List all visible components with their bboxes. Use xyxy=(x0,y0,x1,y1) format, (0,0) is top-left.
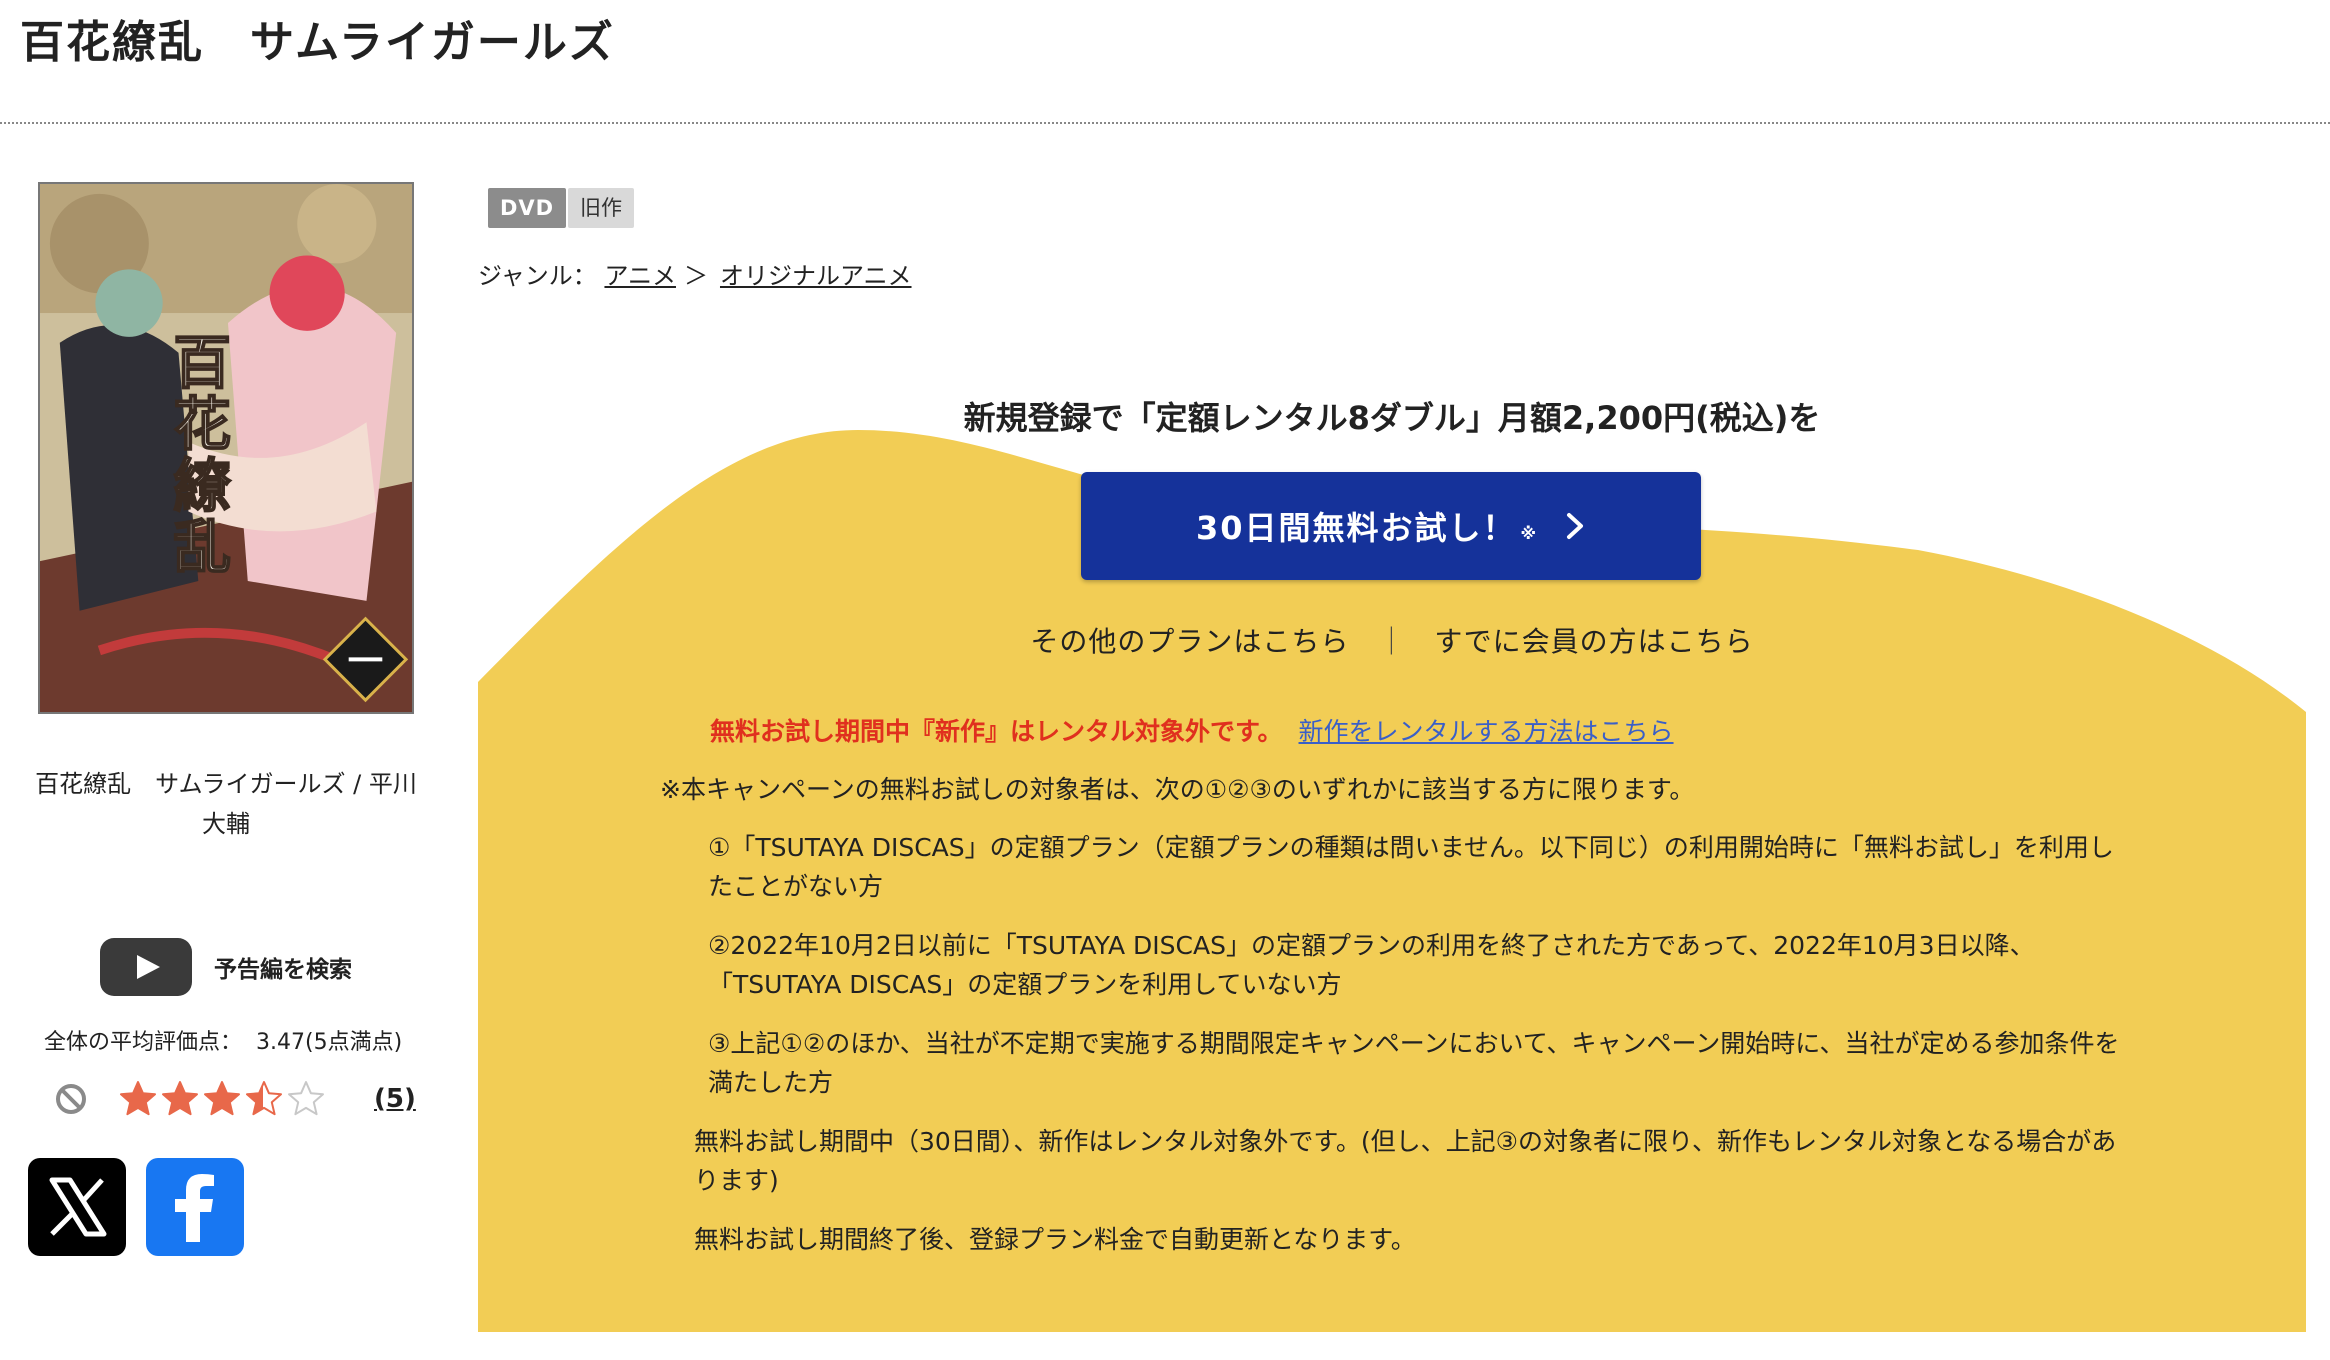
format-badge: DVD xyxy=(488,188,567,228)
trailer-label: 予告編を検索 xyxy=(214,957,352,983)
share-facebook-button[interactable] xyxy=(146,1158,244,1256)
ban-icon[interactable] xyxy=(54,1082,88,1116)
member-login-link[interactable]: すでに会員の方はこちら xyxy=(1434,625,1753,658)
facebook-logo-icon xyxy=(175,1174,214,1242)
star-icon xyxy=(120,1081,156,1116)
cover-illustration: 百 花 繚 乱 xyxy=(40,184,412,712)
campaign-eligibility-note: ※本キャンペーンの無料お試しの対象者は、次の①②③のいずれかに該当する方に限りま… xyxy=(660,775,1695,804)
eligibility-condition-1: ①「TSUTAYA DISCAS」の定額プラン（定額プランの種類は問いません。以… xyxy=(708,833,2114,901)
eligibility-condition-3: ③上記①②のほか、当社が不定期で実施する期間限定キャンペーンにおいて、キャンペー… xyxy=(708,1029,2120,1097)
average-rating-label: 全体の平均評価点： xyxy=(44,1030,243,1055)
plan-links: その他のプランはこちら ｜ すでに会員の方はこちら xyxy=(478,620,2306,660)
eligibility-condition-2: ②2022年10月2日以前に「TSUTAYA DISCAS」の定額プランの利用を… xyxy=(708,931,2035,999)
trailer-search-link[interactable]: 予告編を検索 xyxy=(100,938,352,996)
free-trial-note-mark: ※ xyxy=(1520,523,1539,543)
genre-link-anime[interactable]: アニメ xyxy=(604,262,676,290)
free-trial-button[interactable]: 30日間無料お試し！ ※ xyxy=(1081,472,1701,580)
average-rating-value: 3.47(5点満点) xyxy=(256,1030,403,1055)
trial-period-note: 無料お試し期間中（30日間）、新作はレンタル対象外です。(但し、上記③の対象者に… xyxy=(694,1127,2117,1195)
new-release-howto-link[interactable]: 新作をレンタルする方法はこちら xyxy=(1299,717,1674,746)
genre-breadcrumb: ジャンル： アニメ＞ オリジナルアニメ xyxy=(478,256,912,291)
svg-text:花: 花 xyxy=(174,390,231,458)
auto-renewal-note: 無料お試し期間終了後、登録プラン料金で自動更新となります。 xyxy=(694,1225,1416,1254)
share-x-button[interactable] xyxy=(28,1158,126,1256)
star-icon xyxy=(162,1081,198,1116)
star-rating[interactable] xyxy=(118,1079,326,1119)
svg-text:乱: 乱 xyxy=(174,513,231,581)
promo-heading: 新規登録で「定額レンタル8ダブル」月額2,200円(税込)を xyxy=(963,399,1821,437)
chevron-right-icon xyxy=(1567,513,1584,539)
item-caption[interactable]: 百花繚乱 サムライガールズ / 平川大輔 xyxy=(30,764,422,844)
free-trial-label: 30日間無料お試し！ xyxy=(1195,509,1517,547)
genre-link-original-anime[interactable]: オリジナルアニメ xyxy=(720,262,912,290)
other-plans-link[interactable]: その他のプランはこちら xyxy=(1030,625,1349,658)
svg-text:百: 百 xyxy=(174,328,231,396)
star-icon xyxy=(246,1081,282,1116)
star-icon xyxy=(288,1081,324,1116)
genre-separator: ＞ xyxy=(683,262,708,290)
page-title: 百花繚乱 サムライガールズ xyxy=(20,17,615,68)
rating-row: (5) xyxy=(54,1078,416,1120)
star-icon xyxy=(204,1081,240,1116)
title-divider xyxy=(0,122,2330,124)
average-rating: 全体の平均評価点： 3.47(5点満点) xyxy=(44,1024,402,1056)
new-release-notice: 無料お試し期間中『新作』はレンタル対象外です。 新作をレンタルする方法はこちら xyxy=(710,712,1674,748)
genre-label: ジャンル： xyxy=(478,262,597,290)
age-badge: 旧作 xyxy=(568,188,634,228)
review-count-link[interactable]: (5) xyxy=(374,1084,416,1114)
youtube-play-icon xyxy=(100,938,192,996)
plan-links-separator: ｜ xyxy=(1377,625,1407,658)
dvd-cover-image[interactable]: 百 花 繚 乱 xyxy=(38,182,414,714)
new-release-warning: 無料お試し期間中『新作』はレンタル対象外です。 xyxy=(710,717,1283,746)
svg-text:繚: 繚 xyxy=(174,451,232,519)
x-logo-icon xyxy=(49,1177,107,1237)
